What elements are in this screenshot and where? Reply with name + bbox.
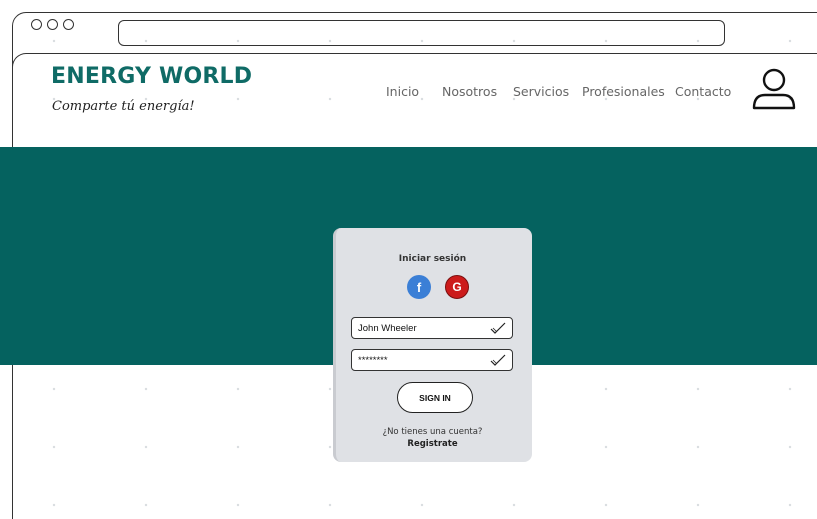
nav-item-servicios[interactable]: Servicios xyxy=(513,84,569,99)
nav-item-profesionales[interactable]: Profesionales xyxy=(582,84,665,99)
nav-item-nosotros[interactable]: Nosotros xyxy=(442,84,497,99)
google-login-button[interactable]: G xyxy=(445,275,469,299)
no-account-text: ¿No tienes una cuenta? xyxy=(382,427,483,437)
page-canvas: ENERGY WORLD Comparte tú energía! Inicio… xyxy=(0,0,817,519)
login-title: Iniciar sesión xyxy=(398,254,467,264)
google-icon: G xyxy=(452,280,462,294)
brand-tagline: Comparte tú energía! xyxy=(52,99,195,114)
facebook-icon: f xyxy=(416,279,422,295)
window-maximize-dot[interactable] xyxy=(63,19,74,30)
facebook-login-button[interactable]: f xyxy=(407,275,431,299)
window-controls xyxy=(31,19,74,30)
nav-item-contacto[interactable]: Contacto xyxy=(675,84,731,99)
window-minimize-dot[interactable] xyxy=(47,19,58,30)
username-value: John Wheeler xyxy=(358,322,417,334)
password-input[interactable]: ******** xyxy=(351,349,513,371)
address-bar[interactable] xyxy=(118,20,725,46)
password-value: ******** xyxy=(358,354,388,366)
user-icon[interactable] xyxy=(751,66,797,112)
brand-logo[interactable]: ENERGY WORLD xyxy=(51,64,252,89)
register-link[interactable]: Registrate xyxy=(333,439,532,449)
window-close-dot[interactable] xyxy=(31,19,42,30)
nav-item-inicio[interactable]: Inicio xyxy=(386,84,419,99)
username-input[interactable]: John Wheeler xyxy=(351,317,513,339)
check-icon xyxy=(490,322,506,334)
check-icon xyxy=(490,354,506,366)
sign-in-button[interactable]: SIGN IN xyxy=(397,382,473,413)
